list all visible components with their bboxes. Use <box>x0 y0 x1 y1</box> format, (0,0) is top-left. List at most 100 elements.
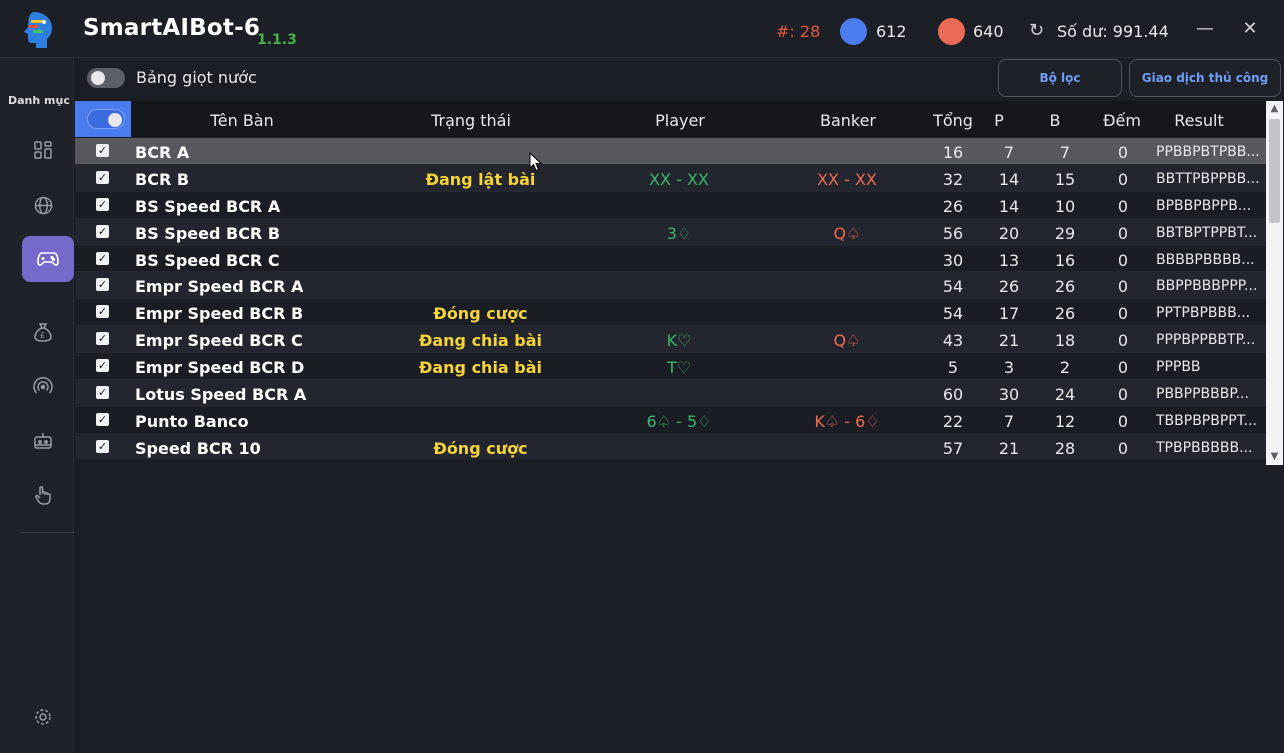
result-history: PPBBPBTPBB... <box>1156 144 1260 160</box>
result-history: BBBBPBBBB... <box>1156 251 1255 268</box>
table-row[interactable]: ✓ Empr Speed BCR A 54 26 26 0 BBPPBBBPPP... <box>75 272 1266 300</box>
sidebar-item-games[interactable] <box>22 236 74 282</box>
column-header-player[interactable]: Player <box>630 111 730 130</box>
table-name: Lotus Speed BCR A <box>135 385 307 405</box>
row-checkbox[interactable]: ✓ <box>96 278 109 292</box>
player-wins: 7 <box>1003 411 1015 431</box>
row-checkbox[interactable]: ✓ <box>96 359 109 373</box>
table-name: Empr Speed BCR A <box>135 277 304 297</box>
table-row[interactable]: ✓ BS Speed BCR A 26 14 10 0 BPBBPBPPB... <box>75 191 1266 219</box>
result-history: PBBPPBBBP... <box>1156 386 1249 403</box>
sidebar-item-money[interactable]: £ <box>22 311 64 353</box>
row-checkbox[interactable]: ✓ <box>96 305 109 319</box>
table-name: BCR B <box>135 169 190 189</box>
banker-cards: XX - XX <box>817 169 877 189</box>
app-title: SmartAIBot-6 <box>83 15 261 41</box>
sidebar-item-globe[interactable] <box>22 184 64 226</box>
result-history: TBBPBPBPPT... <box>1156 412 1257 429</box>
select-all-toggle[interactable] <box>87 109 125 129</box>
row-checkbox[interactable]: ✓ <box>96 170 109 184</box>
sidebar-item-bot[interactable] <box>22 420 64 462</box>
row-checkbox[interactable]: ✓ <box>96 224 109 238</box>
balance: Số dư: 991.44 <box>1057 22 1169 41</box>
player-wins: 7 <box>1003 143 1015 162</box>
player-wins: 20 <box>998 223 1020 243</box>
row-checkbox[interactable]: ✓ <box>96 251 109 265</box>
table-row[interactable]: ✓ Punto Banco 6♤ - 5♢ K♤ - 6♢ 22 7 12 0 TBBPBPBP… <box>75 406 1266 434</box>
scroll-down-icon[interactable]: ▼ <box>1266 449 1283 465</box>
result-history: PPTPBPBBB... <box>1156 305 1251 322</box>
row-checkbox[interactable]: ✓ <box>96 386 109 400</box>
row-checkbox[interactable]: ✓ <box>96 144 109 157</box>
player-wins: 21 <box>998 331 1020 351</box>
player-cards: T♡ <box>666 358 692 378</box>
counter: 0 <box>1117 358 1129 378</box>
table-row[interactable]: ✓ Lotus Speed BCR A 60 30 24 0 PBBPPBBBP... <box>75 380 1266 407</box>
table-name: BS Speed BCR B <box>135 223 281 243</box>
filter-button[interactable]: Bộ lọc <box>998 59 1122 97</box>
total-count: 26 <box>942 196 964 216</box>
sidebar-item-dashboard[interactable] <box>22 129 64 171</box>
column-header-count[interactable]: Đếm <box>1099 111 1145 130</box>
banker-wins: 26 <box>1054 304 1076 324</box>
settings-icon <box>35 709 51 725</box>
hash-stat: #: 28 <box>776 22 821 41</box>
column-header-p[interactable]: P <box>989 111 1009 130</box>
select-all-cell <box>75 101 131 137</box>
row-checkbox[interactable]: ✓ <box>96 412 109 426</box>
total-count: 32 <box>942 169 964 189</box>
red-count: 640 <box>973 22 1004 41</box>
result-history: PPPBPPBBTP... <box>1156 332 1256 349</box>
table-row[interactable]: ✓ Empr Speed BCR D Đang chia bài T♡ 5 3 2 0 PPPB… <box>75 353 1266 381</box>
result-history: BPBBPBPPB... <box>1156 197 1252 214</box>
scroll-up-icon[interactable]: ▲ <box>1266 101 1283 117</box>
total-count: 22 <box>942 411 964 431</box>
close-button[interactable]: ✕ <box>1237 16 1263 42</box>
refresh-icon[interactable]: ↻ <box>1029 20 1044 41</box>
result-history: BBTTPBPPBB... <box>1156 170 1260 187</box>
column-header-result[interactable]: Result <box>1169 111 1229 130</box>
total-count: 5 <box>947 358 959 378</box>
column-header-name[interactable]: Tên Bàn <box>192 111 292 130</box>
table-row[interactable]: ✓ BS Speed BCR B 3♢ Q♤ 56 20 29 0 BBTBPTPPBT... <box>75 218 1266 246</box>
table-status: Đang lật bài <box>425 169 536 189</box>
player-wins: 21 <box>998 438 1020 458</box>
table-row[interactable]: ✓ BCR A 16 7 7 0 PPBBPBTPBB... <box>75 138 1266 165</box>
tables-grid: Tên Bàn Trạng thái Player Banker Tổng P … <box>75 101 1266 459</box>
globe-icon <box>34 196 52 214</box>
table-row[interactable]: ✓ Speed BCR 10 Đóng cược 57 21 28 0 TPBPBBBBB..… <box>75 433 1266 459</box>
banker-wins: 26 <box>1054 277 1076 297</box>
row-checkbox[interactable]: ✓ <box>96 439 109 453</box>
water-table-toggle[interactable] <box>87 68 125 88</box>
table-row[interactable]: ✓ Empr Speed BCR C Đang chia bài K♡ Q♤ 43 21 18… <box>75 326 1266 354</box>
manual-trade-button[interactable]: Giao dịch thủ công <box>1129 59 1281 97</box>
column-header-banker[interactable]: Banker <box>798 111 898 130</box>
total-count: 54 <box>942 304 964 324</box>
column-header-status[interactable]: Trạng thái <box>421 111 521 130</box>
minimize-button[interactable]: — <box>1192 16 1218 42</box>
player-wins: 14 <box>998 196 1020 216</box>
banker-wins: 28 <box>1054 438 1076 458</box>
toggle-knob <box>108 113 122 127</box>
sidebar-item-manual[interactable] <box>22 474 64 516</box>
counter: 0 <box>1117 277 1129 297</box>
table-row[interactable]: ✓ BS Speed BCR C 30 13 16 0 BBBBPBBBB... <box>75 245 1266 273</box>
counter: 0 <box>1117 331 1129 351</box>
gamepad-icon <box>37 252 59 266</box>
sidebar-item-signal[interactable] <box>22 365 64 407</box>
scroll-thumb[interactable] <box>1269 119 1280 223</box>
banker-wins: 2 <box>1059 358 1071 378</box>
table-row[interactable]: ✓ BCR B Đang lật bài XX - XX XX - XX 32 14 15 0 B… <box>75 164 1266 192</box>
row-checkbox[interactable]: ✓ <box>96 332 109 346</box>
table-row[interactable]: ✓ Empr Speed BCR B Đóng cược 54 17 26 0 PPTPBPB… <box>75 299 1266 327</box>
player-wins: 14 <box>998 169 1020 189</box>
column-header-b[interactable]: B <box>1045 111 1065 130</box>
sidebar-item-settings[interactable] <box>22 696 64 738</box>
table-scrollbar[interactable]: ▲ ▼ <box>1266 101 1283 465</box>
column-header-total[interactable]: Tổng <box>927 111 979 130</box>
row-checkbox[interactable]: ✓ <box>96 197 109 211</box>
player-wins: 17 <box>998 304 1020 324</box>
player-wins: 30 <box>998 385 1020 405</box>
counter: 0 <box>1117 143 1129 162</box>
banker-wins: 10 <box>1054 196 1076 216</box>
